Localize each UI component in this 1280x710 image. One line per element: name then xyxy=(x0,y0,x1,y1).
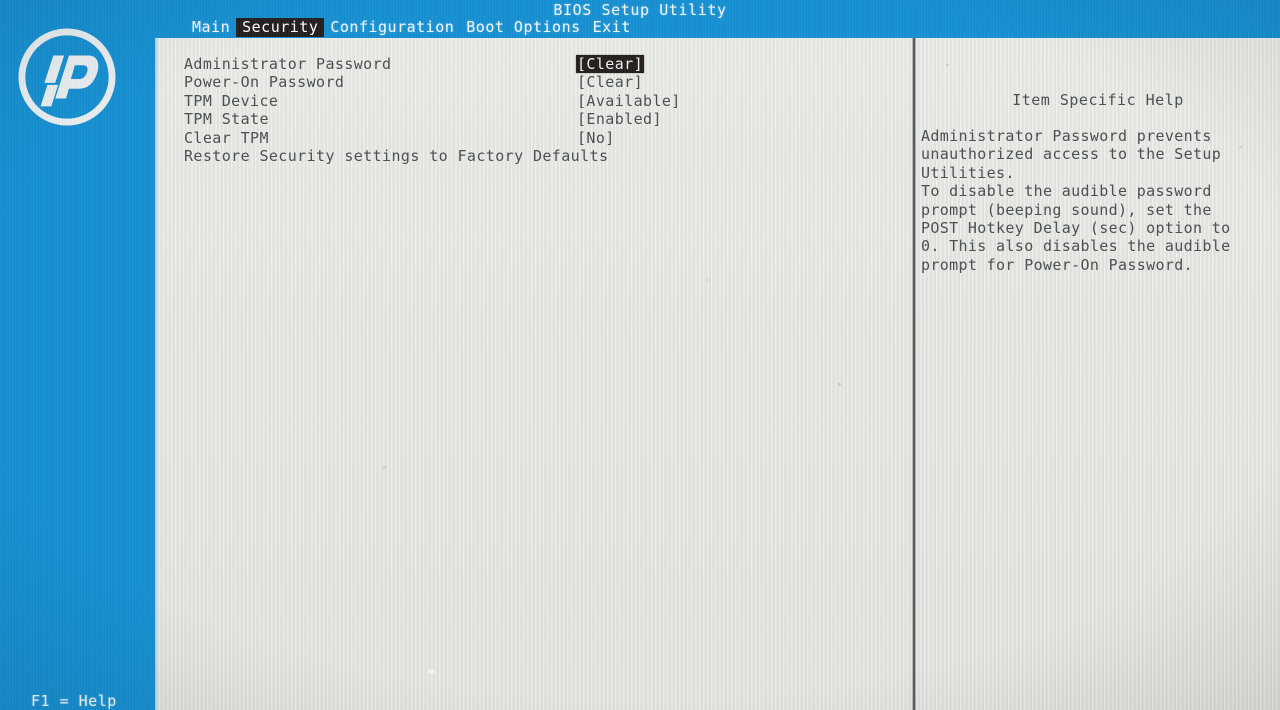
help-panel-body: Administrator Password prevents unauthor… xyxy=(916,127,1277,274)
setting-row-restore-security-defaults[interactable]: Restore Security settings to Factory Def… xyxy=(184,147,884,165)
setting-value-tpm-device[interactable]: [Available] xyxy=(577,92,681,110)
setting-row-power-on-password[interactable]: Power-On Password [Clear] xyxy=(184,73,884,91)
setting-label: TPM State xyxy=(184,110,269,129)
settings-list: Administrator Password [Clear] Power-On … xyxy=(184,55,884,165)
setting-row-administrator-password[interactable]: Administrator Password [Clear] xyxy=(184,55,884,73)
help-line: unauthorized access to the Setup xyxy=(921,145,1222,164)
setting-value-tpm-state[interactable]: [Enabled] xyxy=(577,110,662,128)
setting-label: Administrator Password xyxy=(184,55,392,73)
setting-row-tpm-state[interactable]: TPM State [Enabled] xyxy=(184,110,884,128)
help-line: Administrator Password prevents xyxy=(921,127,1212,145)
help-line: Utilities. xyxy=(921,163,1015,182)
page-title: BIOS Setup Utility xyxy=(553,1,727,19)
tab-exit[interactable]: Exit xyxy=(587,18,637,37)
content-panel: Administrator Password [Clear] Power-On … xyxy=(155,38,1280,710)
help-line: prompt for Power-On Password. xyxy=(921,255,1194,274)
setting-label: Restore Security settings to Factory Def… xyxy=(184,146,609,165)
setting-value-power-on-password[interactable]: [Clear] xyxy=(577,73,643,91)
tab-main[interactable]: Main xyxy=(186,18,236,37)
help-line: 0. This also disables the audible xyxy=(921,237,1231,256)
setting-label: TPM Device xyxy=(184,91,279,110)
header-bar: BIOS Setup Utility Main Security Configu… xyxy=(0,0,1280,38)
setting-label: Clear TPM xyxy=(184,128,269,147)
setting-row-clear-tpm[interactable]: Clear TPM [No] xyxy=(184,129,884,147)
help-line: POST Hotkey Delay (sec) option to xyxy=(921,219,1231,238)
setting-value-clear-tpm[interactable]: [No] xyxy=(577,129,615,147)
help-line: To disable the audible password xyxy=(921,182,1212,201)
tab-configuration[interactable]: Configuration xyxy=(324,18,460,37)
menu-bar[interactable]: Main Security Configuration Boot Options… xyxy=(186,18,637,37)
bios-setup-screen: BIOS Setup Utility Main Security Configu… xyxy=(0,0,1280,710)
setting-value-administrator-password[interactable]: [Clear] xyxy=(576,55,645,73)
footer-help-hint: F1 = Help xyxy=(31,692,117,710)
setting-row-tpm-device[interactable]: TPM Device [Available] xyxy=(184,92,884,110)
help-line: prompt (beeping sound), set the xyxy=(921,200,1212,219)
hp-logo-icon xyxy=(18,28,116,126)
tab-security[interactable]: Security xyxy=(236,18,325,37)
setting-label: Power-On Password xyxy=(184,73,345,92)
tab-boot-options[interactable]: Boot Options xyxy=(460,18,586,37)
help-panel-title: Item Specific Help xyxy=(1012,91,1184,109)
